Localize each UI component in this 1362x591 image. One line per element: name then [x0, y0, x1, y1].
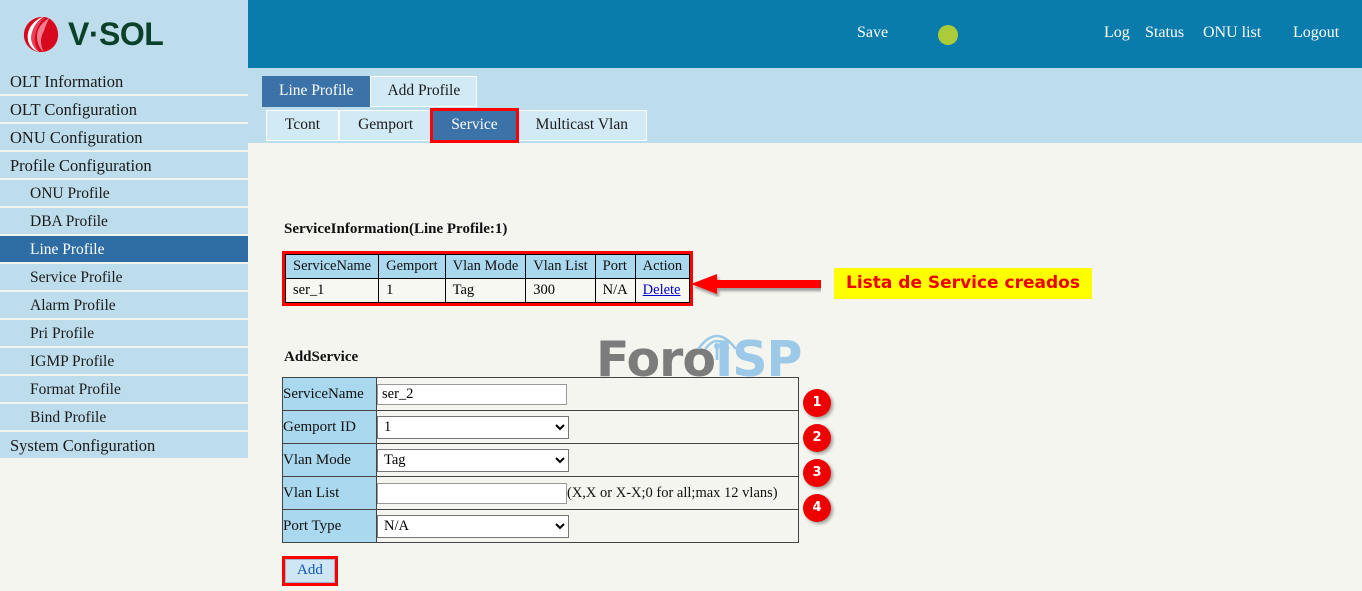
field-label: Vlan List — [283, 477, 377, 510]
sidebar-item-igmp-profile[interactable]: IGMP Profile — [0, 348, 248, 376]
step-badge-1: 1 — [803, 389, 831, 417]
form-row: Port TypeN/AETHPOTSCATV — [283, 510, 799, 543]
cell-port: N/A — [595, 279, 635, 303]
column-header: Port — [595, 255, 635, 279]
save-button[interactable]: Save — [857, 24, 888, 42]
column-header: Gemport — [379, 255, 446, 279]
service-information-table: ServiceNameGemportVlan ModeVlan ListPort… — [285, 254, 690, 303]
sidebar-item-pri-profile[interactable]: Pri Profile — [0, 320, 248, 348]
sidebar-item-alarm-profile[interactable]: Alarm Profile — [0, 292, 248, 320]
column-header: Vlan List — [526, 255, 595, 279]
brand-logo: V·SOL — [0, 0, 248, 68]
primary-tab-bar: Line ProfileAdd Profile — [262, 76, 477, 107]
sidebar-item-format-profile[interactable]: Format Profile — [0, 376, 248, 404]
tab-tcont[interactable]: Tcont — [266, 110, 339, 141]
column-header: Action — [635, 255, 689, 279]
add-service-title: AddService — [284, 349, 358, 366]
step-badge-4: 4 — [803, 494, 831, 522]
port-type-select[interactable]: N/AETHPOTSCATV — [377, 515, 569, 538]
sidebar-item-profile-configuration[interactable]: Profile Configuration — [0, 152, 248, 180]
form-row: Gemport ID1234 — [283, 411, 799, 444]
field-control: TagTransparentTranslate — [377, 444, 799, 477]
sidebar-item-dba-profile[interactable]: DBA Profile — [0, 208, 248, 236]
top-header: Save Log Status ONU list Logout — [248, 0, 1362, 68]
vlan-list-hint: (X,X or X-X;0 for all;max 12 vlans) — [567, 485, 778, 501]
form-row: Vlan ModeTagTransparentTranslate — [283, 444, 799, 477]
app-root: V·SOL OLT InformationOLT ConfigurationON… — [0, 0, 1362, 591]
add-service-form: ServiceNameGemport ID1234Vlan ModeTagTra… — [282, 377, 799, 543]
field-label: Vlan Mode — [283, 444, 377, 477]
add-button-highlight: Add — [282, 556, 338, 586]
cell-vlan-mode: Tag — [445, 279, 526, 303]
tab-multicast-vlan[interactable]: Multicast Vlan — [517, 110, 647, 141]
sidebar-item-line-profile[interactable]: Line Profile — [0, 236, 248, 264]
gemport-id-select[interactable]: 1234 — [377, 416, 569, 439]
field-control: N/AETHPOTSCATV — [377, 510, 799, 543]
logout-link[interactable]: Logout — [1293, 24, 1339, 42]
table-header-row: ServiceNameGemportVlan ModeVlan ListPort… — [286, 255, 690, 279]
sidebar-item-olt-information[interactable]: OLT Information — [0, 68, 248, 96]
onu-list-link[interactable]: ONU list — [1203, 24, 1261, 42]
cell-service-name: ser_1 — [286, 279, 379, 303]
main-content: Line ProfileAdd Profile TcontGemportServ… — [248, 68, 1362, 591]
step-badge-3: 3 — [803, 459, 831, 487]
secondary-tab-bar: TcontGemportServiceMulticast Vlan — [266, 110, 647, 141]
sidebar-item-olt-configuration[interactable]: OLT Configuration — [0, 96, 248, 124]
annotation-label: Lista de Service creados — [834, 268, 1092, 299]
field-control — [377, 378, 799, 411]
vlan-mode-select[interactable]: TagTransparentTranslate — [377, 449, 569, 472]
annotation-arrow-icon — [691, 271, 821, 297]
sidebar-item-bind-profile[interactable]: Bind Profile — [0, 404, 248, 432]
table-body: ser_11Tag300N/A Delete — [286, 279, 690, 303]
sidebar-item-onu-configuration[interactable]: ONU Configuration — [0, 124, 248, 152]
tab-service[interactable]: Service — [432, 110, 516, 141]
field-control: (X,X or X-X;0 for all;max 12 vlans) — [377, 477, 799, 510]
sidebar-item-onu-profile[interactable]: ONU Profile — [0, 180, 248, 208]
add-button[interactable]: Add — [285, 559, 335, 583]
content-panel: ServiceInformation(Line Profile:1) Servi… — [248, 143, 1362, 591]
field-label: Gemport ID — [283, 411, 377, 444]
field-control: 1234 — [377, 411, 799, 444]
field-label: Port Type — [283, 510, 377, 543]
tab-line-profile[interactable]: Line Profile — [262, 76, 370, 107]
delete-link[interactable]: Delete — [643, 282, 681, 298]
table-row: ser_11Tag300N/A Delete — [286, 279, 690, 303]
tab-gemport[interactable]: Gemport — [339, 110, 432, 141]
sidebar: V·SOL OLT InformationOLT ConfigurationON… — [0, 0, 248, 591]
column-header: ServiceName — [286, 255, 379, 279]
service-information-table-highlight: ServiceNameGemportVlan ModeVlan ListPort… — [282, 251, 693, 306]
form-row: ServiceName — [283, 378, 799, 411]
step-badge-2: 2 — [803, 424, 831, 452]
column-header: Vlan Mode — [445, 255, 526, 279]
vsol-swirl-icon — [22, 14, 60, 54]
sidebar-nav: OLT InformationOLT ConfigurationONU Conf… — [0, 68, 248, 460]
brand-logo-text: V·SOL — [68, 16, 163, 53]
tab-add-profile[interactable]: Add Profile — [370, 76, 477, 107]
cell-action: Delete — [635, 279, 689, 303]
sidebar-item-system-configuration[interactable]: System Configuration — [0, 432, 248, 460]
connection-status-indicator — [938, 25, 958, 45]
service-information-title: ServiceInformation(Line Profile:1) — [284, 221, 507, 238]
servicename-input[interactable] — [377, 384, 567, 405]
form-row: Vlan List (X,X or X-X;0 for all;max 12 vl… — [283, 477, 799, 510]
wifi-tower-icon — [691, 326, 743, 360]
cell-gemport: 1 — [379, 279, 446, 303]
vlan-list-input[interactable] — [377, 483, 567, 504]
cell-vlan-list: 300 — [526, 279, 595, 303]
log-link[interactable]: Log — [1104, 24, 1130, 42]
status-link[interactable]: Status — [1145, 24, 1184, 42]
field-label: ServiceName — [283, 378, 377, 411]
sidebar-item-service-profile[interactable]: Service Profile — [0, 264, 248, 292]
